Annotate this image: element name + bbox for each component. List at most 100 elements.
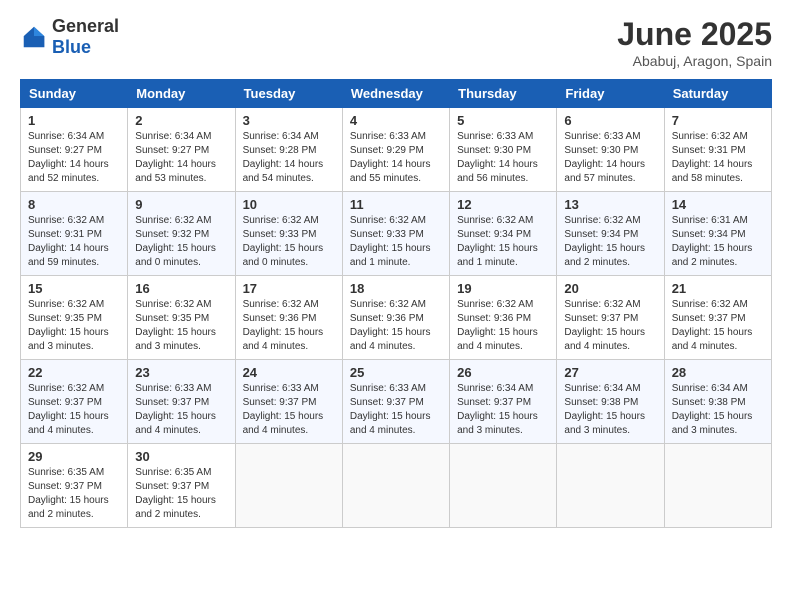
day-info: Sunrise: 6:33 AM Sunset: 9:37 PM Dayligh… <box>243 382 335 438</box>
day-number: 25 <box>350 365 442 380</box>
day-number: 13 <box>564 197 656 212</box>
sunrise-text: Sunrise: 6:33 AM <box>350 383 426 394</box>
logo-icon <box>20 23 48 51</box>
logo-general: General <box>52 16 119 36</box>
calendar-cell: 27 Sunrise: 6:34 AM Sunset: 9:38 PM Dayl… <box>557 360 664 444</box>
day-info: Sunrise: 6:32 AM Sunset: 9:37 PM Dayligh… <box>564 298 656 354</box>
daylight-text: Daylight: 15 hours and 3 minutes. <box>457 411 538 436</box>
day-number: 22 <box>28 365 120 380</box>
sunset-text: Sunset: 9:32 PM <box>135 229 209 240</box>
day-number: 4 <box>350 113 442 128</box>
day-number: 23 <box>135 365 227 380</box>
daylight-text: Daylight: 15 hours and 1 minute. <box>457 243 538 268</box>
day-info: Sunrise: 6:33 AM Sunset: 9:29 PM Dayligh… <box>350 130 442 186</box>
sunrise-text: Sunrise: 6:34 AM <box>243 131 319 142</box>
sunset-text: Sunset: 9:37 PM <box>135 397 209 408</box>
day-info: Sunrise: 6:32 AM Sunset: 9:34 PM Dayligh… <box>457 214 549 270</box>
calendar-cell: 17 Sunrise: 6:32 AM Sunset: 9:36 PM Dayl… <box>235 276 342 360</box>
daylight-text: Daylight: 15 hours and 2 minutes. <box>672 243 753 268</box>
sunrise-text: Sunrise: 6:32 AM <box>350 299 426 310</box>
day-number: 8 <box>28 197 120 212</box>
calendar-cell: 5 Sunrise: 6:33 AM Sunset: 9:30 PM Dayli… <box>450 108 557 192</box>
logo-blue: Blue <box>52 37 91 57</box>
title-block: June 2025 Ababuj, Aragon, Spain <box>617 16 772 69</box>
day-info: Sunrise: 6:32 AM Sunset: 9:36 PM Dayligh… <box>457 298 549 354</box>
calendar-week-row: 22 Sunrise: 6:32 AM Sunset: 9:37 PM Dayl… <box>21 360 772 444</box>
calendar-cell: 6 Sunrise: 6:33 AM Sunset: 9:30 PM Dayli… <box>557 108 664 192</box>
day-number: 2 <box>135 113 227 128</box>
subtitle: Ababuj, Aragon, Spain <box>617 53 772 69</box>
col-sunday: Sunday <box>21 80 128 108</box>
sunset-text: Sunset: 9:36 PM <box>243 313 317 324</box>
daylight-text: Daylight: 15 hours and 4 minutes. <box>564 327 645 352</box>
col-friday: Friday <box>557 80 664 108</box>
day-number: 12 <box>457 197 549 212</box>
calendar-cell: 20 Sunrise: 6:32 AM Sunset: 9:37 PM Dayl… <box>557 276 664 360</box>
sunrise-text: Sunrise: 6:32 AM <box>28 299 104 310</box>
daylight-text: Daylight: 15 hours and 4 minutes. <box>672 327 753 352</box>
daylight-text: Daylight: 14 hours and 54 minutes. <box>243 159 324 184</box>
sunrise-text: Sunrise: 6:35 AM <box>135 467 211 478</box>
day-info: Sunrise: 6:31 AM Sunset: 9:34 PM Dayligh… <box>672 214 764 270</box>
daylight-text: Daylight: 14 hours and 59 minutes. <box>28 243 109 268</box>
col-tuesday: Tuesday <box>235 80 342 108</box>
day-number: 18 <box>350 281 442 296</box>
sunset-text: Sunset: 9:28 PM <box>243 145 317 156</box>
day-info: Sunrise: 6:33 AM Sunset: 9:30 PM Dayligh… <box>457 130 549 186</box>
sunrise-text: Sunrise: 6:32 AM <box>28 383 104 394</box>
sunset-text: Sunset: 9:37 PM <box>350 397 424 408</box>
calendar-cell: 18 Sunrise: 6:32 AM Sunset: 9:36 PM Dayl… <box>342 276 449 360</box>
sunrise-text: Sunrise: 6:33 AM <box>564 131 640 142</box>
sunset-text: Sunset: 9:35 PM <box>28 313 102 324</box>
day-info: Sunrise: 6:34 AM Sunset: 9:27 PM Dayligh… <box>28 130 120 186</box>
col-saturday: Saturday <box>664 80 771 108</box>
sunset-text: Sunset: 9:31 PM <box>672 145 746 156</box>
day-info: Sunrise: 6:35 AM Sunset: 9:37 PM Dayligh… <box>28 466 120 522</box>
daylight-text: Daylight: 15 hours and 4 minutes. <box>243 411 324 436</box>
day-info: Sunrise: 6:33 AM Sunset: 9:37 PM Dayligh… <box>350 382 442 438</box>
calendar-cell <box>557 444 664 528</box>
day-info: Sunrise: 6:32 AM Sunset: 9:34 PM Dayligh… <box>564 214 656 270</box>
day-number: 19 <box>457 281 549 296</box>
daylight-text: Daylight: 15 hours and 2 minutes. <box>564 243 645 268</box>
day-number: 5 <box>457 113 549 128</box>
day-info: Sunrise: 6:32 AM Sunset: 9:37 PM Dayligh… <box>28 382 120 438</box>
calendar-cell: 11 Sunrise: 6:32 AM Sunset: 9:33 PM Dayl… <box>342 192 449 276</box>
calendar-cell: 16 Sunrise: 6:32 AM Sunset: 9:35 PM Dayl… <box>128 276 235 360</box>
day-info: Sunrise: 6:32 AM Sunset: 9:35 PM Dayligh… <box>135 298 227 354</box>
calendar-header-row: Sunday Monday Tuesday Wednesday Thursday… <box>21 80 772 108</box>
calendar-cell: 25 Sunrise: 6:33 AM Sunset: 9:37 PM Dayl… <box>342 360 449 444</box>
sunrise-text: Sunrise: 6:32 AM <box>564 299 640 310</box>
day-info: Sunrise: 6:34 AM Sunset: 9:38 PM Dayligh… <box>564 382 656 438</box>
sunrise-text: Sunrise: 6:33 AM <box>350 131 426 142</box>
daylight-text: Daylight: 15 hours and 4 minutes. <box>350 411 431 436</box>
sunrise-text: Sunrise: 6:31 AM <box>672 215 748 226</box>
sunset-text: Sunset: 9:38 PM <box>564 397 638 408</box>
daylight-text: Daylight: 14 hours and 55 minutes. <box>350 159 431 184</box>
day-number: 20 <box>564 281 656 296</box>
calendar-cell: 12 Sunrise: 6:32 AM Sunset: 9:34 PM Dayl… <box>450 192 557 276</box>
daylight-text: Daylight: 15 hours and 3 minutes. <box>28 327 109 352</box>
sunrise-text: Sunrise: 6:32 AM <box>243 215 319 226</box>
day-info: Sunrise: 6:32 AM Sunset: 9:36 PM Dayligh… <box>243 298 335 354</box>
sunset-text: Sunset: 9:33 PM <box>350 229 424 240</box>
sunrise-text: Sunrise: 6:34 AM <box>457 383 533 394</box>
day-number: 28 <box>672 365 764 380</box>
day-number: 1 <box>28 113 120 128</box>
col-thursday: Thursday <box>450 80 557 108</box>
calendar-cell: 3 Sunrise: 6:34 AM Sunset: 9:28 PM Dayli… <box>235 108 342 192</box>
daylight-text: Daylight: 15 hours and 4 minutes. <box>350 327 431 352</box>
sunrise-text: Sunrise: 6:32 AM <box>135 215 211 226</box>
day-number: 26 <box>457 365 549 380</box>
calendar-cell: 19 Sunrise: 6:32 AM Sunset: 9:36 PM Dayl… <box>450 276 557 360</box>
header: General Blue June 2025 Ababuj, Aragon, S… <box>20 16 772 69</box>
daylight-text: Daylight: 15 hours and 1 minute. <box>350 243 431 268</box>
logo: General Blue <box>20 16 119 58</box>
sunset-text: Sunset: 9:37 PM <box>135 481 209 492</box>
sunrise-text: Sunrise: 6:32 AM <box>564 215 640 226</box>
calendar-cell: 10 Sunrise: 6:32 AM Sunset: 9:33 PM Dayl… <box>235 192 342 276</box>
day-number: 30 <box>135 449 227 464</box>
calendar-week-row: 15 Sunrise: 6:32 AM Sunset: 9:35 PM Dayl… <box>21 276 772 360</box>
daylight-text: Daylight: 15 hours and 3 minutes. <box>672 411 753 436</box>
calendar-cell: 21 Sunrise: 6:32 AM Sunset: 9:37 PM Dayl… <box>664 276 771 360</box>
